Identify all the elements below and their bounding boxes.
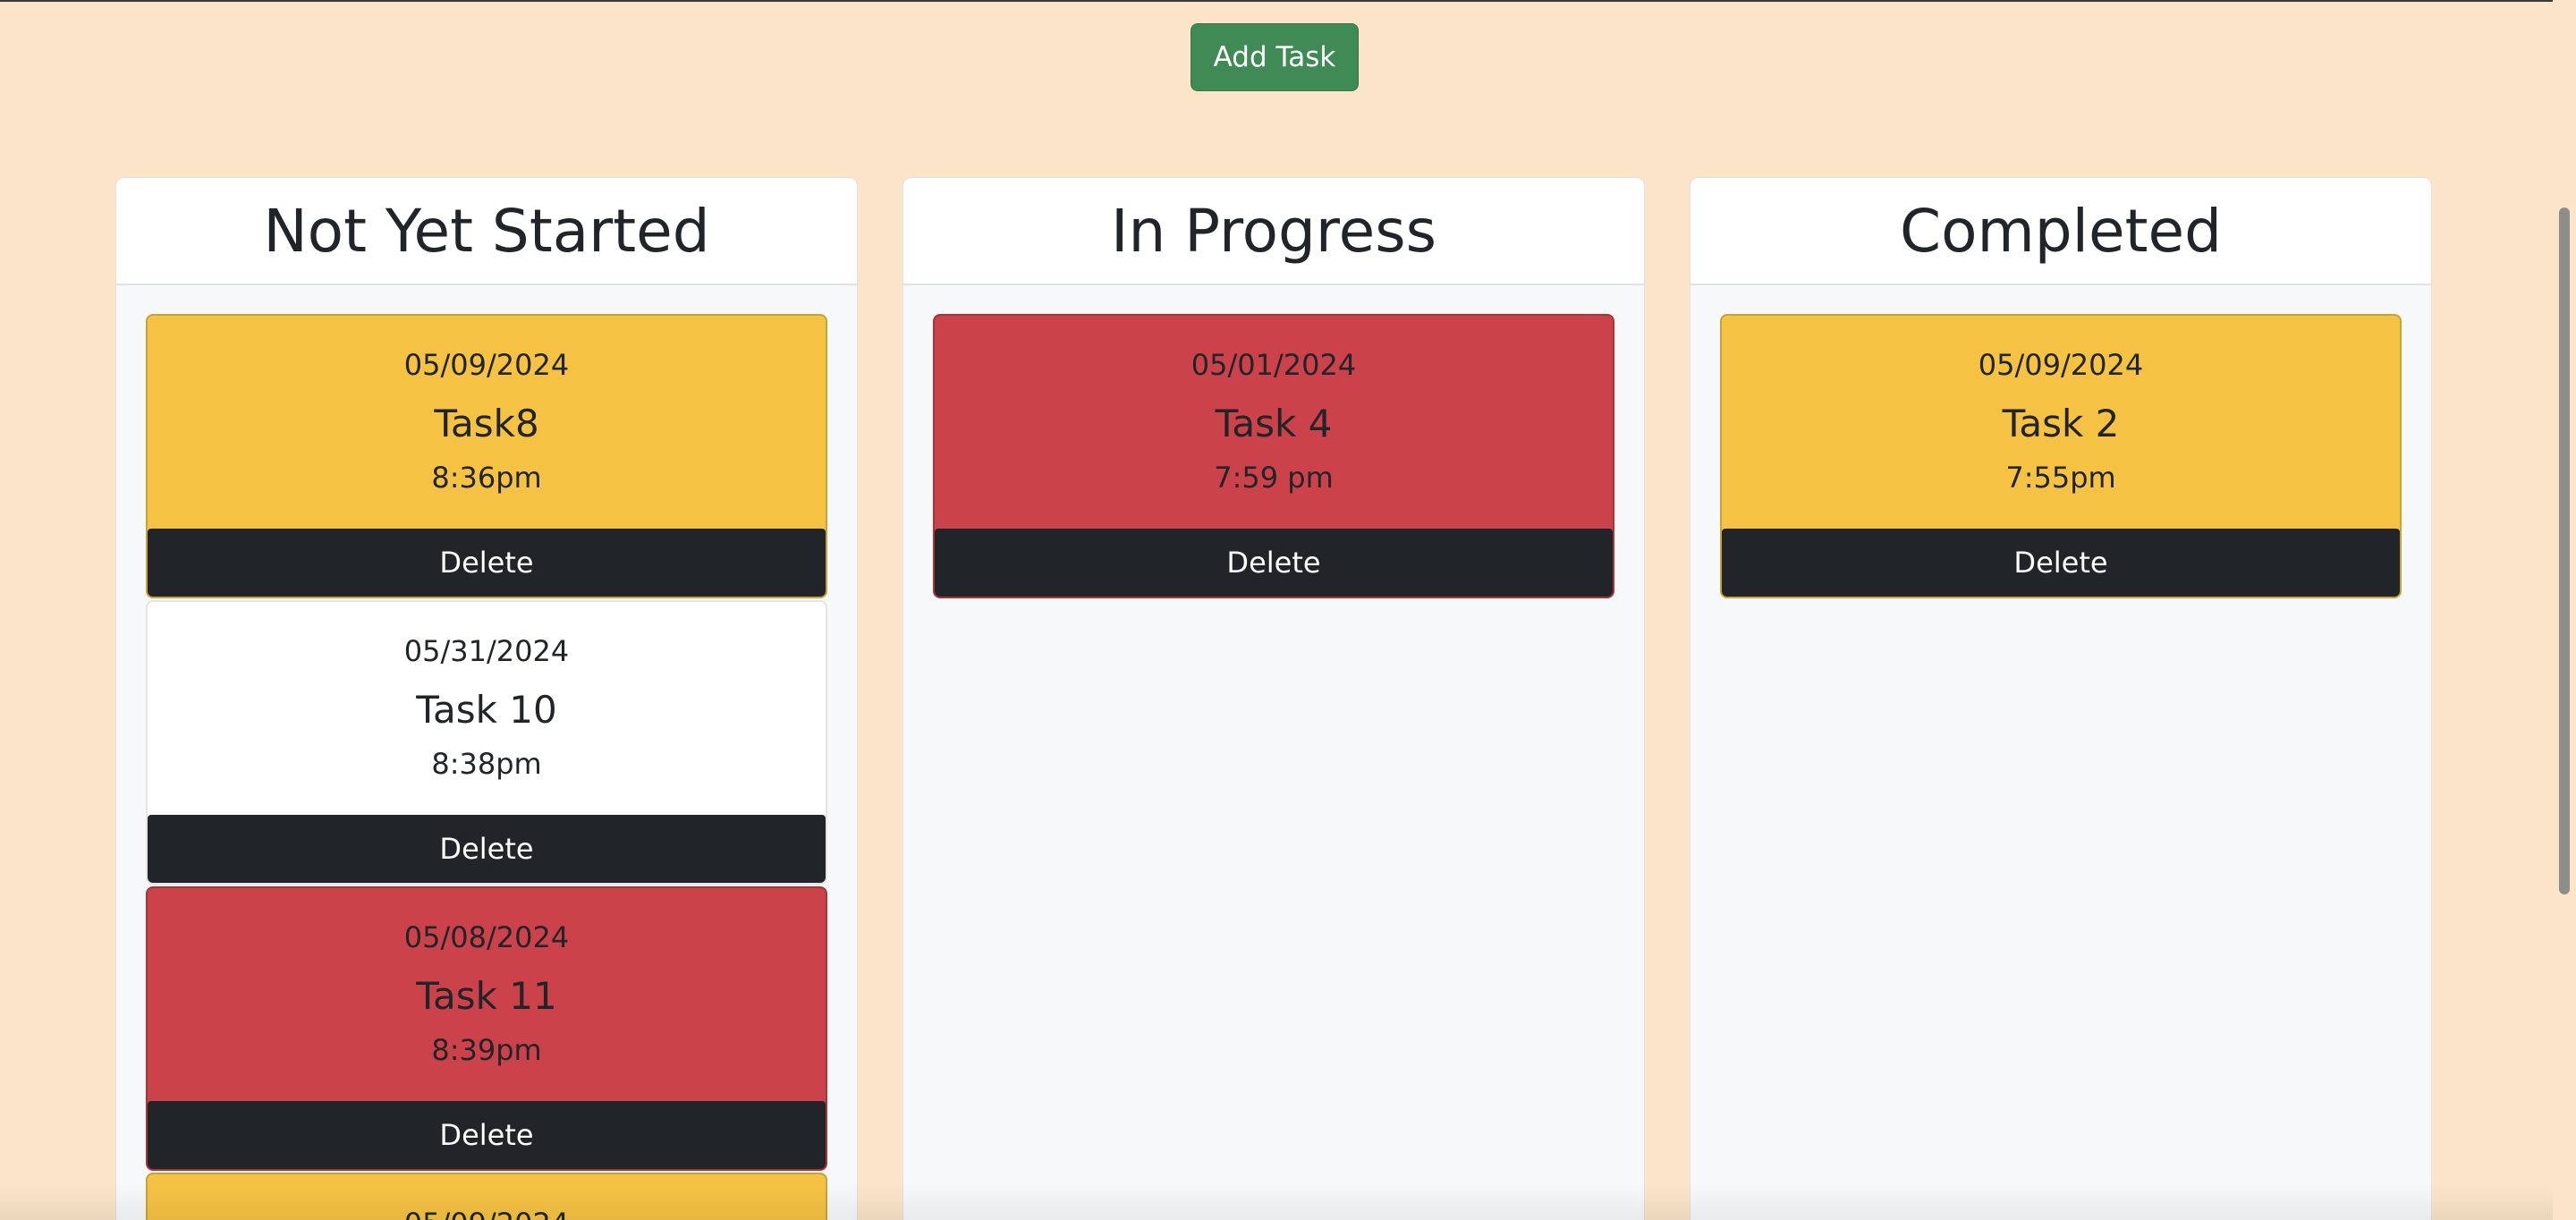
task-date: 05/01/2024 bbox=[1191, 348, 1357, 382]
column-in-progress[interactable]: In Progress 05/01/2024 Task 4 7:59 pm De… bbox=[902, 177, 1645, 1220]
delete-button[interactable]: Delete bbox=[148, 815, 826, 883]
task-name: Task 11 bbox=[416, 974, 557, 1018]
window-top-border bbox=[0, 0, 2576, 2]
column-title: Completed bbox=[1690, 178, 2431, 285]
add-task-button[interactable]: Add Task bbox=[1191, 23, 1359, 91]
column-completed[interactable]: Completed 05/09/2024 Task 2 7:55pm Delet… bbox=[1690, 177, 2432, 1220]
delete-button[interactable]: Delete bbox=[935, 529, 1613, 597]
task-time: 8:39pm bbox=[431, 1033, 542, 1067]
task-date: 05/09/2024 bbox=[148, 1207, 826, 1220]
task-card[interactable]: 05/31/2024 Task 10 8:38pm Delete bbox=[146, 600, 827, 885]
task-name: Task 4 bbox=[1215, 402, 1333, 445]
task-card[interactable]: 05/01/2024 Task 4 7:59 pm Delete bbox=[933, 314, 1614, 598]
delete-button[interactable]: Delete bbox=[1722, 529, 2400, 597]
scrollbar-thumb[interactable] bbox=[2559, 208, 2570, 894]
task-date: 05/08/2024 bbox=[403, 920, 570, 954]
task-name: Task 10 bbox=[416, 688, 557, 732]
column-body[interactable]: 05/09/2024 Task8 8:36pm Delete 05/31/202… bbox=[116, 285, 857, 1220]
task-date: 05/09/2024 bbox=[403, 348, 570, 382]
column-body[interactable]: 05/09/2024 Task 2 7:55pm Delete bbox=[1690, 285, 2431, 598]
task-date: 05/09/2024 bbox=[1978, 348, 2144, 382]
column-title: Not Yet Started bbox=[116, 178, 857, 285]
task-card[interactable]: 05/09/2024 Task 2 7:55pm Delete bbox=[1720, 314, 2402, 598]
task-date: 05/31/2024 bbox=[403, 634, 570, 668]
task-name: Task 2 bbox=[2002, 402, 2120, 445]
task-time: 8:38pm bbox=[431, 747, 542, 781]
task-time: 8:36pm bbox=[431, 461, 542, 495]
column-not-yet-started[interactable]: Not Yet Started 05/09/2024 Task8 8:36pm … bbox=[115, 177, 858, 1220]
delete-button[interactable]: Delete bbox=[148, 1101, 826, 1169]
task-card[interactable]: 05/09/2024 bbox=[146, 1173, 827, 1220]
task-card[interactable]: 05/09/2024 Task8 8:36pm Delete bbox=[146, 314, 827, 598]
column-body[interactable]: 05/01/2024 Task 4 7:59 pm Delete bbox=[903, 285, 1644, 598]
task-card[interactable]: 05/08/2024 Task 11 8:39pm Delete bbox=[146, 886, 827, 1171]
column-title: In Progress bbox=[903, 178, 1644, 285]
task-time: 7:59 pm bbox=[1214, 461, 1334, 495]
task-name: Task8 bbox=[434, 402, 539, 445]
delete-button[interactable]: Delete bbox=[148, 529, 826, 597]
task-time: 7:55pm bbox=[2005, 461, 2116, 495]
